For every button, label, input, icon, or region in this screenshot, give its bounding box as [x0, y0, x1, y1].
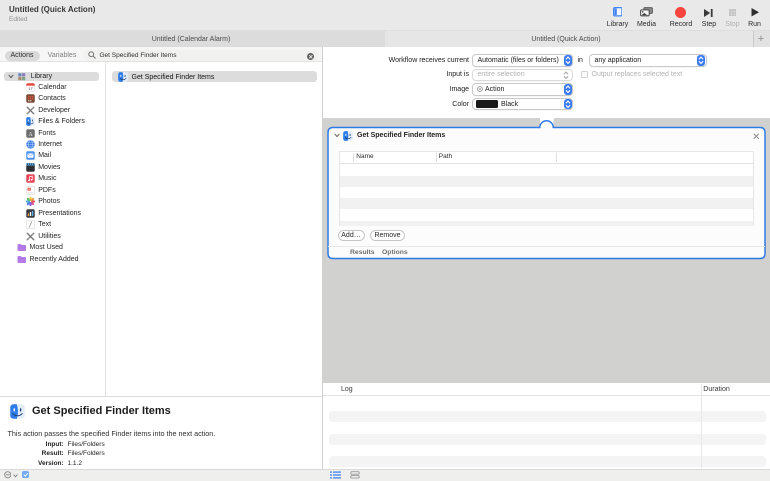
svg-text:A: A: [28, 131, 33, 137]
svg-text:17: 17: [28, 86, 33, 91]
